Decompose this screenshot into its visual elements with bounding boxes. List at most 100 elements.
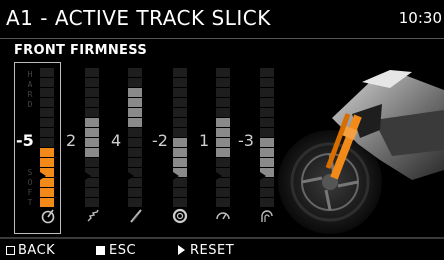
- header-bar: A1 - ACTIVE TRACK SLICK 10:30: [0, 0, 444, 36]
- header-divider: [0, 38, 444, 39]
- bar-segment: [128, 138, 142, 147]
- bar-segment: [85, 68, 99, 77]
- bar-segment: [216, 138, 230, 147]
- bar-segment: [85, 188, 99, 197]
- bar-neutral-marker: [85, 171, 91, 180]
- bar-segment: [216, 98, 230, 107]
- bar-segment: [173, 188, 187, 197]
- back-square-icon: [6, 246, 15, 255]
- bar-segment: [173, 88, 187, 97]
- scale-letter-s: S: [27, 168, 33, 177]
- scale-letter-f: F: [27, 188, 33, 197]
- setting-bar-2[interactable]: [85, 68, 99, 208]
- bar-segment: [128, 118, 142, 127]
- bar-segment: [40, 188, 54, 197]
- bar-segment: [40, 98, 54, 107]
- back-label: BACK: [18, 243, 56, 258]
- bar-segment: [85, 88, 99, 97]
- bar-segment: [173, 158, 187, 167]
- bar-segment: [85, 148, 99, 157]
- bar-segment: [85, 138, 99, 147]
- scale-letter-t: T: [27, 198, 33, 207]
- bar-neutral-marker: [173, 171, 179, 180]
- bar-segment: [173, 68, 187, 77]
- esc-button[interactable]: ESC: [96, 243, 136, 258]
- setting-bar-3[interactable]: [128, 68, 142, 208]
- scale-letter-o: O: [27, 178, 33, 187]
- bar-segment: [216, 188, 230, 197]
- bar-segment: [40, 68, 54, 77]
- bar-segment: [216, 108, 230, 117]
- setting-bar-1[interactable]: [40, 68, 54, 208]
- page-title: A1 - ACTIVE TRACK SLICK: [6, 6, 271, 30]
- esc-label: ESC: [109, 243, 137, 258]
- bar-segment: [40, 88, 54, 97]
- bar-segment: [85, 198, 99, 207]
- esc-square-icon: [96, 246, 105, 255]
- back-button[interactable]: BACK: [6, 243, 55, 258]
- bar-segment: [216, 198, 230, 207]
- setting-value-3: 4: [111, 131, 122, 150]
- bar-segment: [128, 198, 142, 207]
- bar-segment: [173, 108, 187, 117]
- footer-divider: [0, 237, 444, 239]
- bar-segment: [128, 88, 142, 97]
- bar-segment: [40, 108, 54, 117]
- bar-segment: [40, 138, 54, 147]
- bar-segment: [173, 118, 187, 127]
- bar-neutral-marker: [128, 171, 134, 180]
- bar-segment: [173, 128, 187, 137]
- setting-value-5: 1: [199, 131, 210, 150]
- bar-segment: [128, 108, 142, 117]
- fork-icon: [130, 209, 142, 223]
- setting-bar-4[interactable]: [173, 68, 187, 208]
- bar-segment: [40, 148, 54, 157]
- reset-label: RESET: [190, 243, 235, 258]
- bar-segment: [216, 88, 230, 97]
- bar-segment: [128, 68, 142, 77]
- bar-segment: [216, 158, 230, 167]
- scale-letter-r: R: [27, 90, 33, 99]
- bar-segment: [128, 188, 142, 197]
- bar-segment: [40, 118, 54, 127]
- bar-segment: [216, 78, 230, 87]
- bar-segment: [85, 108, 99, 117]
- bar-segment: [128, 98, 142, 107]
- setting-value-2: 2: [66, 131, 77, 150]
- bar-segment: [216, 148, 230, 157]
- bar-segment: [216, 118, 230, 127]
- scale-letter-d: D: [27, 100, 33, 109]
- bar-neutral-marker: [40, 171, 46, 180]
- bar-segment: [173, 148, 187, 157]
- spring-icon: [87, 209, 99, 222]
- bar-segment: [173, 78, 187, 87]
- bar-segment: [128, 128, 142, 137]
- bar-segment: [216, 128, 230, 137]
- bar-segment: [40, 198, 54, 207]
- bar-segment: [128, 148, 142, 157]
- clock: 10:30: [398, 9, 442, 27]
- section-title: FRONT FIRMNESS: [14, 43, 147, 58]
- bar-segment: [40, 158, 54, 167]
- gauge-icon: [216, 212, 230, 220]
- reset-button[interactable]: RESET: [178, 243, 234, 258]
- bar-segment: [173, 198, 187, 207]
- bar-segment: [40, 78, 54, 87]
- bar-segment: [128, 78, 142, 87]
- bar-neutral-marker: [216, 171, 222, 180]
- tyre-icon: [172, 208, 188, 224]
- bar-segment: [85, 118, 99, 127]
- bar-segment: [85, 128, 99, 137]
- scale-letter-a: A: [27, 80, 33, 89]
- bar-segment: [128, 158, 142, 167]
- bar-segment: [85, 98, 99, 107]
- bar-segment: [85, 158, 99, 167]
- bar-segment: [40, 128, 54, 137]
- bar-segment: [173, 98, 187, 107]
- setting-value-6: -3: [238, 131, 254, 150]
- reset-arrow-icon: [178, 245, 185, 255]
- bar-segment: [173, 138, 187, 147]
- setting-value-4: -2: [152, 131, 168, 150]
- scale-letter-h: H: [27, 70, 33, 79]
- setting-bar-5[interactable]: [216, 68, 230, 208]
